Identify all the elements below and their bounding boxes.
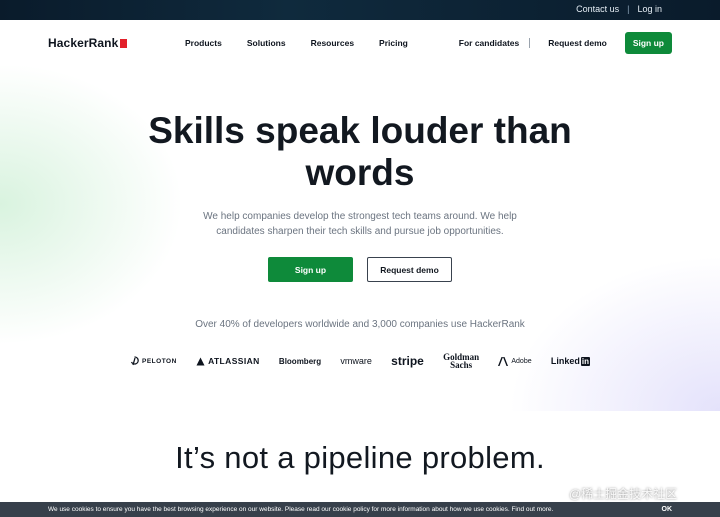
headline-line-1: Skills speak louder than — [148, 110, 572, 151]
logo-text: HackerRank — [48, 36, 119, 50]
goldman-line-2: Sachs — [450, 360, 473, 370]
main-navbar: HackerRank Products Solutions Resources … — [0, 20, 720, 66]
usage-statistic: Over 40% of developers worldwide and 3,0… — [195, 319, 525, 330]
linkedin-logo: Linked in — [551, 356, 590, 366]
peloton-icon — [130, 356, 139, 366]
adobe-text: Adobe — [511, 357, 532, 365]
nav-item-solutions[interactable]: Solutions — [247, 38, 286, 48]
vmware-logo: vmware — [340, 356, 372, 366]
hero-headline: Skills speak louder than words — [0, 110, 720, 194]
headline-line-2: words — [305, 152, 415, 193]
nav-item-resources[interactable]: Resources — [311, 38, 354, 48]
hero-subtitle: We help companies develop the strongest … — [190, 209, 530, 239]
nav-item-pricing[interactable]: Pricing — [379, 38, 408, 48]
subtitle-line-1: We help companies develop the strongest … — [203, 211, 517, 222]
adobe-logo: Adobe — [498, 356, 532, 366]
atlassian-icon — [196, 357, 205, 365]
utility-links: Contact us | Log in — [576, 4, 662, 14]
nav-request-demo-button[interactable]: Request demo — [540, 32, 615, 54]
logo-mark-icon — [120, 39, 128, 48]
cookie-ok-button[interactable]: OK — [662, 506, 673, 513]
top-utility-bar: Contact us | Log in — [0, 0, 720, 20]
cookie-banner: We use cookies to ensure you have the be… — [0, 502, 720, 517]
peloton-text: PELOTON — [142, 357, 177, 365]
nav-item-products[interactable]: Products — [185, 38, 222, 48]
login-link[interactable]: Log in — [637, 4, 662, 14]
customer-logos: PELOTON ATLASSIAN Bloomberg vmware strip… — [130, 353, 590, 370]
hero-request-demo-button[interactable]: Request demo — [367, 257, 452, 282]
adobe-icon — [498, 356, 509, 366]
hero-section: Skills speak louder than words We help c… — [0, 66, 720, 411]
utility-separator: | — [627, 4, 630, 14]
hero-sign-up-button[interactable]: Sign up — [268, 257, 353, 282]
section-heading: It’s not a pipeline problem. — [175, 440, 545, 475]
atlassian-logo: ATLASSIAN — [196, 356, 260, 366]
hackerrank-logo[interactable]: HackerRank — [48, 36, 128, 50]
atlassian-text: ATLASSIAN — [208, 356, 260, 366]
stripe-logo: stripe — [391, 354, 424, 368]
goldman-sachs-logo: Goldman Sachs — [443, 353, 479, 370]
linkedin-in-icon: in — [580, 356, 590, 366]
contact-us-link[interactable]: Contact us — [576, 4, 619, 14]
peloton-logo: PELOTON — [130, 356, 177, 366]
linkedin-text: Linked — [550, 356, 580, 366]
nav-divider — [529, 38, 531, 48]
cookie-message: We use cookies to ensure you have the be… — [48, 506, 554, 513]
nav-menu: Products Solutions Resources Pricing — [185, 38, 408, 48]
for-candidates-link[interactable]: For candidates — [459, 38, 519, 48]
nav-sign-up-button[interactable]: Sign up — [624, 32, 672, 54]
subtitle-line-2: candidates sharpen their tech skills and… — [216, 226, 504, 237]
hero-buttons: Sign up Request demo — [268, 257, 452, 282]
nav-actions: For candidates Request demo Sign up — [459, 32, 672, 54]
watermark: @稀土掘金技术社区 — [569, 487, 678, 501]
bloomberg-logo: Bloomberg — [278, 356, 322, 366]
